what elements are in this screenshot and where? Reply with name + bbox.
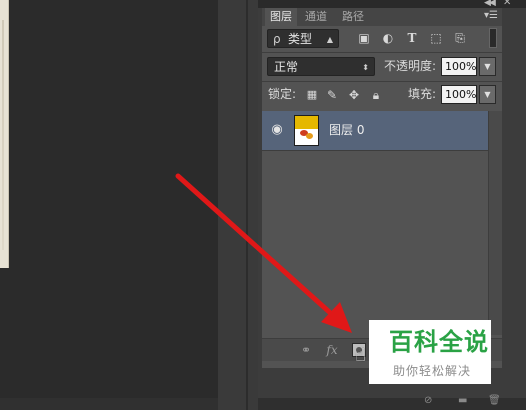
layer-name[interactable]: 图层 0	[329, 111, 364, 150]
opacity-field[interactable]: 100%	[441, 57, 477, 76]
layers-list: ◉ 图层 0	[262, 111, 488, 335]
fill-label: 填充:	[408, 87, 437, 101]
document-image-edge	[0, 0, 9, 268]
lock-all-icon[interactable]: 🔒︎	[368, 86, 384, 104]
canvas-bottom-strip	[0, 398, 218, 410]
lock-position-icon[interactable]: ✥	[346, 86, 362, 104]
search-icon: ρ	[273, 32, 281, 46]
opacity-dropdown[interactable]: ▼	[479, 57, 496, 76]
layers-scrollbar[interactable]	[488, 111, 502, 335]
panel-menu-icon[interactable]: ▾☰	[484, 8, 498, 24]
lock-label: 锁定:	[268, 87, 297, 101]
fill-dropdown[interactable]: ▼	[479, 85, 496, 104]
filter-kind-select[interactable]: ρ 类型 ▲	[267, 29, 339, 48]
filter-shape-icon[interactable]: ⬚	[428, 29, 444, 47]
layer-thumbnail[interactable]	[294, 115, 319, 146]
tab-paths[interactable]: 路径	[336, 8, 370, 26]
chevron-updown-icon: ⬍	[362, 63, 369, 72]
document-canvas-area	[0, 0, 218, 410]
lock-pixels-icon[interactable]: ✎	[324, 86, 340, 104]
layers-panel: 图层 通道 路径 ▾☰ ρ 类型 ▲ ▣ ◐ T ⬚ ⎘ 正常 ⬍ 不透明度: …	[262, 8, 502, 368]
filter-toggle[interactable]	[489, 28, 497, 48]
watermark-subtitle: 助你轻松解决	[393, 364, 472, 378]
layer-row[interactable]: ◉ 图层 0	[262, 111, 488, 151]
link-icon[interactable]: ⚭	[296, 341, 316, 359]
tab-channels[interactable]: 通道	[299, 8, 333, 26]
blend-mode-select[interactable]: 正常 ⬍	[267, 57, 375, 76]
close-panel-icon[interactable]: ✕	[503, 0, 511, 8]
panel-tabbar: 图层 通道 路径 ▾☰	[262, 8, 502, 26]
dock-statusbar: ⊘ ▬ 🗑︎	[258, 395, 526, 410]
fx-icon[interactable]: fx	[322, 341, 342, 359]
new-icon[interactable]: ▬	[458, 395, 467, 406]
filter-image-icon[interactable]: ▣	[356, 29, 372, 47]
tab-layers[interactable]: 图层	[265, 8, 297, 26]
eye-icon[interactable]: ◉	[269, 122, 285, 138]
chevron-updown-icon: ▲	[326, 35, 333, 44]
blend-mode-value: 正常	[274, 60, 299, 74]
lock-transparent-pixels-icon[interactable]: ▦	[304, 86, 320, 104]
delete-icon[interactable]: ⊘	[424, 395, 432, 406]
panel-dock-gutter	[218, 0, 258, 410]
fill-field[interactable]: 100%	[441, 85, 477, 104]
watermark-title: 百科全说	[389, 328, 489, 356]
filter-smart-object-icon[interactable]: ⎘	[452, 29, 468, 47]
watermark: 百科全说 助你轻松解决	[369, 320, 491, 384]
divider	[262, 52, 502, 53]
filter-kind-value: 类型	[288, 32, 313, 46]
dock-divider	[246, 0, 248, 410]
opacity-label: 不透明度:	[384, 59, 437, 73]
filter-adjustment-icon[interactable]: ◐	[380, 29, 396, 47]
trash-icon[interactable]: 🗑︎	[488, 395, 501, 406]
filter-type-icon[interactable]: T	[404, 29, 420, 47]
collapse-panels-icon[interactable]: ◀◀	[484, 0, 496, 8]
divider	[262, 81, 502, 82]
